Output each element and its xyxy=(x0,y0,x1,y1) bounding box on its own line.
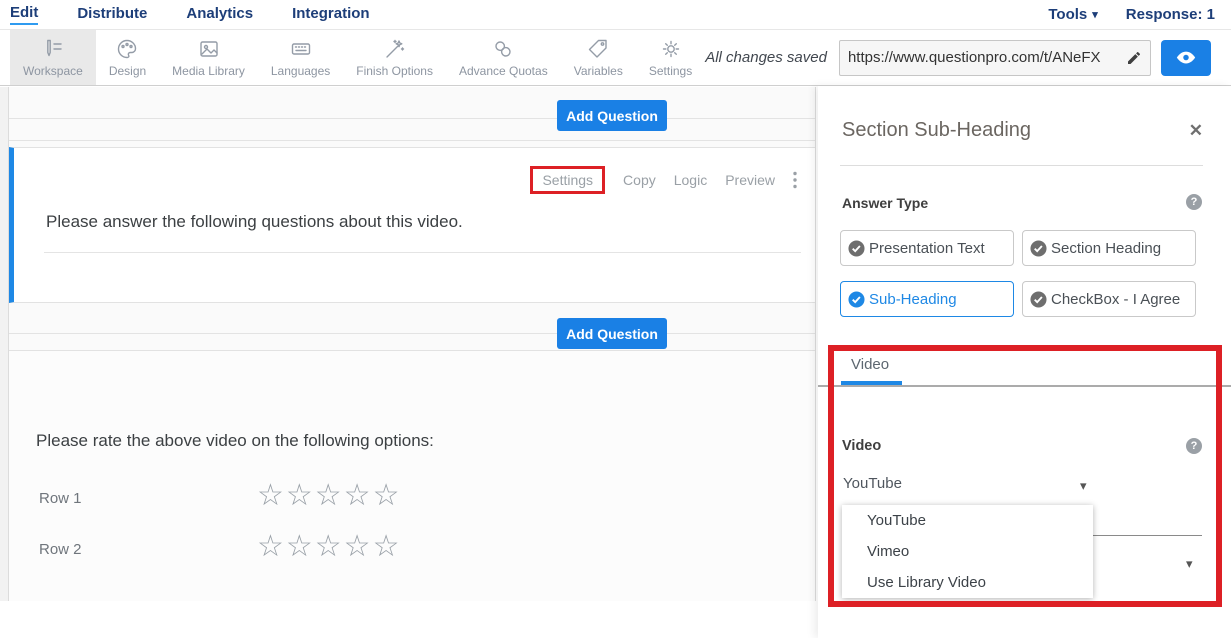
video-source-select[interactable]: YouTube xyxy=(843,475,902,492)
advance-quotas-icon xyxy=(491,37,515,61)
check-circle-icon xyxy=(848,291,865,308)
toolbar-item-settings[interactable]: Settings xyxy=(636,30,705,85)
settings-panel: Section Sub-Heading ✕ Answer Type ? Pres… xyxy=(818,86,1231,638)
close-icon[interactable]: ✕ xyxy=(1189,121,1203,141)
question-text[interactable]: Please answer the following questions ab… xyxy=(46,212,463,232)
toolbar-item-finish-options[interactable]: Finish Options xyxy=(343,30,446,85)
toolbar-item-advance-quotas[interactable]: Advance Quotas xyxy=(446,30,561,85)
finish-options-icon xyxy=(383,37,407,61)
top-nav: Edit Distribute Analytics Integration To… xyxy=(0,0,1231,30)
toolbar-item-media-library[interactable]: Media Library xyxy=(159,30,258,85)
edit-url-button[interactable] xyxy=(1120,50,1142,66)
chevron-down-icon[interactable]: ▾ xyxy=(1186,556,1193,572)
toolbar-item-label: Advance Quotas xyxy=(459,64,548,78)
toolbar-item-label: Media Library xyxy=(172,64,245,78)
toolbar-item-workspace[interactable]: Workspace xyxy=(10,30,96,85)
answer-type-label: Answer Type xyxy=(842,195,928,211)
divider xyxy=(9,118,815,119)
question-logic-button[interactable]: Logic xyxy=(674,172,707,188)
answer-type-section-heading[interactable]: Section Heading xyxy=(1022,230,1196,266)
rating-row-label: Row 2 xyxy=(39,541,82,558)
divider xyxy=(818,385,1231,387)
toolbar-item-languages[interactable]: Languages xyxy=(258,30,343,85)
survey-url-text: https://www.questionpro.com/t/ANeFX xyxy=(848,49,1120,66)
rating-row-label: Row 1 xyxy=(39,490,82,507)
answer-type-checkbox-i-agree[interactable]: CheckBox - I Agree xyxy=(1022,281,1196,317)
gear-icon xyxy=(659,37,683,61)
more-options-icon[interactable] xyxy=(793,171,797,189)
eye-icon xyxy=(1175,47,1197,69)
panel-title: Section Sub-Heading xyxy=(842,119,1031,142)
star-rating-row[interactable]: ☆☆☆☆☆ xyxy=(257,481,401,511)
nav-item-analytics[interactable]: Analytics xyxy=(186,5,253,24)
pencil-icon xyxy=(1126,50,1142,66)
toolbar-item-label: Settings xyxy=(649,64,692,78)
variables-icon xyxy=(586,37,610,61)
languages-icon xyxy=(289,37,313,61)
nav-right: Tools ▾ Response: 1 xyxy=(1048,6,1215,23)
toolbar-item-label: Design xyxy=(109,64,146,78)
video-source-dropdown: YouTube Vimeo Use Library Video xyxy=(842,505,1093,598)
help-icon[interactable]: ? xyxy=(1186,438,1202,454)
survey-page: Add Question Settings Copy Logic Preview… xyxy=(8,87,816,601)
question-preview-button[interactable]: Preview xyxy=(725,172,775,188)
help-icon[interactable]: ? xyxy=(1186,194,1202,210)
question-settings-button[interactable]: Settings xyxy=(530,166,605,194)
question-card-rating[interactable]: Please rate the above video on the follo… xyxy=(9,350,815,601)
dropdown-option-youtube[interactable]: YouTube xyxy=(842,505,1093,536)
add-question-button[interactable]: Add Question xyxy=(557,318,667,349)
survey-editor-area: Add Question Settings Copy Logic Preview… xyxy=(0,86,818,638)
answer-type-label: Section Heading xyxy=(1051,240,1161,257)
page-gutter xyxy=(0,87,8,601)
chevron-down-icon[interactable]: ▾ xyxy=(1080,478,1087,494)
divider xyxy=(9,140,815,141)
add-question-button[interactable]: Add Question xyxy=(557,100,667,131)
preview-survey-button[interactable] xyxy=(1161,40,1211,76)
check-circle-icon xyxy=(848,240,865,257)
nav-item-distribute[interactable]: Distribute xyxy=(77,5,147,24)
check-circle-icon xyxy=(1030,240,1047,257)
answer-type-label: CheckBox - I Agree xyxy=(1051,291,1180,308)
workspace-icon xyxy=(41,37,65,61)
design-icon xyxy=(115,37,139,61)
toolbar-item-label: Workspace xyxy=(23,64,83,78)
tab-video[interactable]: Video xyxy=(851,356,889,373)
question-card-subheading[interactable]: Settings Copy Logic Preview Please answe… xyxy=(9,147,815,303)
toolbar-item-label: Languages xyxy=(271,64,330,78)
toolbar-item-design[interactable]: Design xyxy=(96,30,159,85)
dropdown-option-use-library-video[interactable]: Use Library Video xyxy=(842,567,1093,598)
question-actions: Settings Copy Logic Preview xyxy=(530,166,797,194)
tools-label: Tools xyxy=(1048,6,1087,23)
save-status: All changes saved xyxy=(705,49,827,66)
chevron-down-icon: ▾ xyxy=(1092,8,1098,21)
question-copy-button[interactable]: Copy xyxy=(623,172,656,188)
answer-type-label: Presentation Text xyxy=(869,240,985,257)
answer-type-presentation-text[interactable]: Presentation Text xyxy=(840,230,1014,266)
star-rating-row[interactable]: ☆☆☆☆☆ xyxy=(257,532,401,562)
divider xyxy=(44,252,801,253)
question-text[interactable]: Please rate the above video on the follo… xyxy=(36,431,434,451)
toolbar: Workspace Design Media Library Languages… xyxy=(0,30,1231,86)
nav-item-integration[interactable]: Integration xyxy=(292,5,370,24)
toolbar-item-label: Finish Options xyxy=(356,64,433,78)
toolbar-item-label: Variables xyxy=(574,64,623,78)
dropdown-option-vimeo[interactable]: Vimeo xyxy=(842,536,1093,567)
answer-type-grid: Presentation Text Section Heading Sub-He… xyxy=(840,230,1196,317)
divider xyxy=(9,333,815,334)
answer-type-sub-heading[interactable]: Sub-Heading xyxy=(840,281,1014,317)
response-count[interactable]: Response: 1 xyxy=(1126,6,1215,23)
nav-item-edit[interactable]: Edit xyxy=(10,4,38,25)
check-circle-icon xyxy=(1030,291,1047,308)
divider xyxy=(840,165,1203,166)
tools-menu[interactable]: Tools ▾ xyxy=(1048,6,1097,23)
media-library-icon xyxy=(197,37,221,61)
answer-type-label: Sub-Heading xyxy=(869,291,957,308)
toolbar-item-variables[interactable]: Variables xyxy=(561,30,636,85)
survey-url-field[interactable]: https://www.questionpro.com/t/ANeFX xyxy=(839,40,1151,76)
video-field-label: Video xyxy=(842,438,881,454)
